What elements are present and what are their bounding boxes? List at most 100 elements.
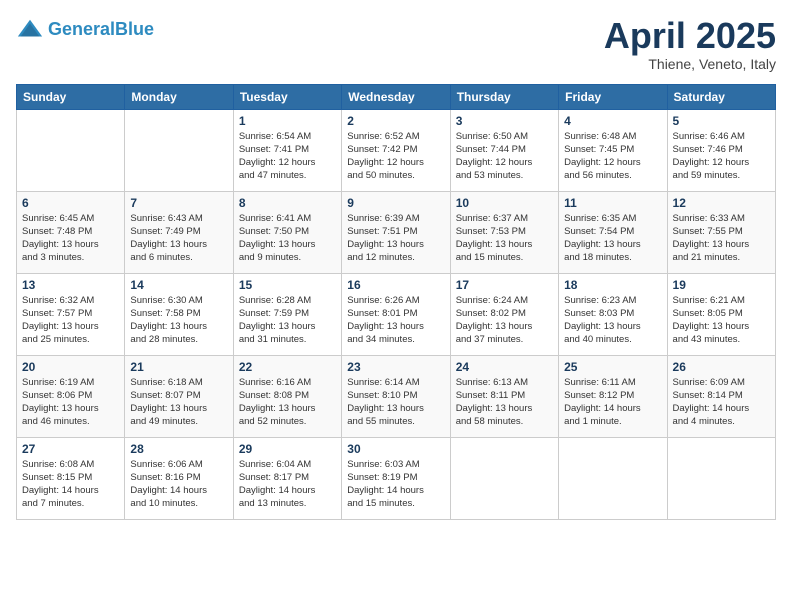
calendar-cell: 28 Sunrise: 6:06 AM Sunset: 8:16 PM Dayli… [125, 437, 233, 519]
calendar-cell: 7Sunrise: 6:43 AM Sunset: 7:49 PM Daylig… [125, 191, 233, 273]
day-number: 27 [22, 442, 119, 456]
calendar-week-row: 1 Sunrise: 6:54 AM Sunset: 7:41 PM Daylig… [17, 109, 776, 191]
day-info: Sunrise: 6:23 AM Sunset: 8:03 PM Dayligh… [564, 294, 661, 347]
weekday-header-cell: Wednesday [342, 84, 450, 109]
day-number: 6 [22, 196, 119, 210]
day-info: Sunrise: 6:30 AM Sunset: 7:58 PM Dayligh… [130, 294, 227, 347]
day-info: Sunrise: 6:24 AM Sunset: 8:02 PM Dayligh… [456, 294, 553, 347]
day-info: Sunrise: 6:06 AM Sunset: 8:16 PM Dayligh… [130, 458, 227, 511]
day-number: 23 [347, 360, 444, 374]
day-info: Sunrise: 6:08 AM Sunset: 8:15 PM Dayligh… [22, 458, 119, 511]
calendar-cell: 29Sunrise: 6:04 AM Sunset: 8:17 PM Dayli… [233, 437, 341, 519]
calendar-week-row: 13 Sunrise: 6:32 AM Sunset: 7:57 PM Dayli… [17, 273, 776, 355]
day-info: Sunrise: 6:26 AM Sunset: 8:01 PM Dayligh… [347, 294, 444, 347]
day-info: Sunrise: 6:33 AM Sunset: 7:55 PM Dayligh… [673, 212, 770, 265]
month-title: April 2025 [604, 16, 776, 56]
day-number: 5 [673, 114, 770, 128]
day-info: Sunrise: 6:13 AM Sunset: 8:11 PM Dayligh… [456, 376, 553, 429]
calendar-cell: 17 Sunrise: 6:24 AM Sunset: 8:02 PM Dayli… [450, 273, 558, 355]
day-info: Sunrise: 6:54 AM Sunset: 7:41 PM Dayligh… [239, 130, 336, 183]
calendar-cell: 22 Sunrise: 6:16 AM Sunset: 8:08 PM Dayli… [233, 355, 341, 437]
day-info: Sunrise: 6:09 AM Sunset: 8:14 PM Dayligh… [673, 376, 770, 429]
calendar-cell: 13 Sunrise: 6:32 AM Sunset: 7:57 PM Dayli… [17, 273, 125, 355]
day-info: Sunrise: 6:48 AM Sunset: 7:45 PM Dayligh… [564, 130, 661, 183]
calendar-table: SundayMondayTuesdayWednesdayThursdayFrid… [16, 84, 776, 520]
calendar-week-row: 20Sunrise: 6:19 AM Sunset: 8:06 PM Dayli… [17, 355, 776, 437]
calendar-cell: 18 Sunrise: 6:23 AM Sunset: 8:03 PM Dayli… [559, 273, 667, 355]
day-number: 14 [130, 278, 227, 292]
day-info: Sunrise: 6:37 AM Sunset: 7:53 PM Dayligh… [456, 212, 553, 265]
day-number: 3 [456, 114, 553, 128]
day-number: 25 [564, 360, 661, 374]
calendar-cell: 21 Sunrise: 6:18 AM Sunset: 8:07 PM Dayli… [125, 355, 233, 437]
day-info: Sunrise: 6:14 AM Sunset: 8:10 PM Dayligh… [347, 376, 444, 429]
day-number: 22 [239, 360, 336, 374]
calendar-cell: 30Sunrise: 6:03 AM Sunset: 8:19 PM Dayli… [342, 437, 450, 519]
day-number: 17 [456, 278, 553, 292]
calendar-cell: 25 Sunrise: 6:11 AM Sunset: 8:12 PM Dayli… [559, 355, 667, 437]
calendar-cell [559, 437, 667, 519]
day-info: Sunrise: 6:19 AM Sunset: 8:06 PM Dayligh… [22, 376, 119, 429]
calendar-cell: 5 Sunrise: 6:46 AM Sunset: 7:46 PM Daylig… [667, 109, 775, 191]
calendar-cell: 23 Sunrise: 6:14 AM Sunset: 8:10 PM Dayli… [342, 355, 450, 437]
day-info: Sunrise: 6:46 AM Sunset: 7:46 PM Dayligh… [673, 130, 770, 183]
logo-icon [16, 16, 44, 44]
weekday-header-row: SundayMondayTuesdayWednesdayThursdayFrid… [17, 84, 776, 109]
calendar-cell: 27 Sunrise: 6:08 AM Sunset: 8:15 PM Dayli… [17, 437, 125, 519]
day-number: 24 [456, 360, 553, 374]
calendar-week-row: 6 Sunrise: 6:45 AM Sunset: 7:48 PM Daylig… [17, 191, 776, 273]
weekday-header-cell: Thursday [450, 84, 558, 109]
day-info: Sunrise: 6:39 AM Sunset: 7:51 PM Dayligh… [347, 212, 444, 265]
calendar-cell [667, 437, 775, 519]
weekday-header-cell: Friday [559, 84, 667, 109]
day-number: 21 [130, 360, 227, 374]
calendar-cell: 4Sunrise: 6:48 AM Sunset: 7:45 PM Daylig… [559, 109, 667, 191]
day-info: Sunrise: 6:45 AM Sunset: 7:48 PM Dayligh… [22, 212, 119, 265]
day-number: 10 [456, 196, 553, 210]
day-number: 13 [22, 278, 119, 292]
calendar-cell: 2 Sunrise: 6:52 AM Sunset: 7:42 PM Daylig… [342, 109, 450, 191]
calendar-cell: 12 Sunrise: 6:33 AM Sunset: 7:55 PM Dayli… [667, 191, 775, 273]
calendar-cell [125, 109, 233, 191]
day-number: 16 [347, 278, 444, 292]
logo-text: GeneralBlue [48, 20, 154, 40]
day-info: Sunrise: 6:43 AM Sunset: 7:49 PM Dayligh… [130, 212, 227, 265]
day-info: Sunrise: 6:11 AM Sunset: 8:12 PM Dayligh… [564, 376, 661, 429]
weekday-header-cell: Saturday [667, 84, 775, 109]
calendar-cell [450, 437, 558, 519]
day-number: 19 [673, 278, 770, 292]
day-number: 1 [239, 114, 336, 128]
calendar-cell: 15 Sunrise: 6:28 AM Sunset: 7:59 PM Dayli… [233, 273, 341, 355]
calendar-cell: 6 Sunrise: 6:45 AM Sunset: 7:48 PM Daylig… [17, 191, 125, 273]
day-number: 30 [347, 442, 444, 456]
weekday-header-cell: Sunday [17, 84, 125, 109]
day-number: 2 [347, 114, 444, 128]
day-number: 11 [564, 196, 661, 210]
calendar-cell: 11 Sunrise: 6:35 AM Sunset: 7:54 PM Dayli… [559, 191, 667, 273]
logo: GeneralBlue [16, 16, 154, 44]
calendar-cell: 9Sunrise: 6:39 AM Sunset: 7:51 PM Daylig… [342, 191, 450, 273]
day-info: Sunrise: 6:18 AM Sunset: 8:07 PM Dayligh… [130, 376, 227, 429]
day-info: Sunrise: 6:35 AM Sunset: 7:54 PM Dayligh… [564, 212, 661, 265]
calendar-cell [17, 109, 125, 191]
calendar-cell: 24 Sunrise: 6:13 AM Sunset: 8:11 PM Dayli… [450, 355, 558, 437]
day-number: 12 [673, 196, 770, 210]
day-number: 18 [564, 278, 661, 292]
calendar-week-row: 27 Sunrise: 6:08 AM Sunset: 8:15 PM Dayli… [17, 437, 776, 519]
day-number: 28 [130, 442, 227, 456]
day-number: 26 [673, 360, 770, 374]
day-info: Sunrise: 6:52 AM Sunset: 7:42 PM Dayligh… [347, 130, 444, 183]
day-number: 15 [239, 278, 336, 292]
calendar-cell: 19 Sunrise: 6:21 AM Sunset: 8:05 PM Dayli… [667, 273, 775, 355]
day-info: Sunrise: 6:41 AM Sunset: 7:50 PM Dayligh… [239, 212, 336, 265]
calendar-cell: 16 Sunrise: 6:26 AM Sunset: 8:01 PM Dayli… [342, 273, 450, 355]
day-info: Sunrise: 6:32 AM Sunset: 7:57 PM Dayligh… [22, 294, 119, 347]
calendar-cell: 10 Sunrise: 6:37 AM Sunset: 7:53 PM Dayli… [450, 191, 558, 273]
day-info: Sunrise: 6:28 AM Sunset: 7:59 PM Dayligh… [239, 294, 336, 347]
day-info: Sunrise: 6:21 AM Sunset: 8:05 PM Dayligh… [673, 294, 770, 347]
weekday-header-cell: Tuesday [233, 84, 341, 109]
title-block: April 2025 Thiene, Veneto, Italy [604, 16, 776, 72]
day-number: 8 [239, 196, 336, 210]
calendar-cell: 14 Sunrise: 6:30 AM Sunset: 7:58 PM Dayli… [125, 273, 233, 355]
day-info: Sunrise: 6:16 AM Sunset: 8:08 PM Dayligh… [239, 376, 336, 429]
